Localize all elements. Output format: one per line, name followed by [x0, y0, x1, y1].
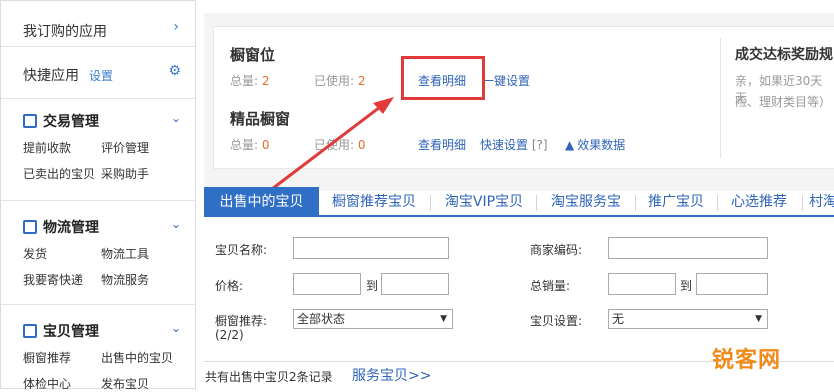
item-name-label: 宝贝名称: — [215, 243, 268, 257]
price-min-input[interactable] — [293, 273, 361, 295]
record-count: 共有出售中宝贝2条记录 — [205, 370, 333, 384]
price-max-input[interactable] — [381, 273, 449, 295]
tab-separator — [717, 195, 718, 211]
tab-village[interactable]: 村淘 — [809, 187, 834, 217]
service-items-link[interactable]: 服务宝贝>> — [352, 365, 431, 385]
merchant-code-label: 商家编码: — [530, 243, 583, 257]
dropdown-caret-icon: ▼ — [755, 314, 762, 324]
tab-on-sale[interactable]: 出售中的宝贝 — [204, 187, 319, 217]
total-sales-label: 总销量: — [530, 279, 571, 293]
sales-to-label: 到 — [680, 279, 693, 293]
sales-max-input[interactable] — [696, 273, 768, 295]
tab-separator — [430, 195, 431, 211]
price-label: 价格: — [215, 279, 244, 293]
sales-min-input[interactable] — [608, 273, 676, 295]
window-rec-label: 橱窗推荐: — [215, 314, 268, 328]
tab-vip[interactable]: 淘宝VIP宝贝 — [436, 187, 532, 217]
tab-promote[interactable]: 推广宝贝 — [638, 187, 714, 217]
watermark-logo: 锐客网 — [712, 348, 782, 373]
window-rec-select[interactable]: 全部状态 ▼ — [293, 309, 453, 329]
item-setting-label: 宝贝设置: — [530, 314, 583, 328]
item-setting-select[interactable]: 无 ▼ — [608, 309, 768, 329]
dropdown-caret-icon: ▼ — [440, 314, 447, 324]
tab-service[interactable]: 淘宝服务宝 — [540, 187, 632, 217]
price-to-label: 到 — [366, 279, 379, 293]
tab-selected-rec[interactable]: 心选推荐 — [720, 187, 798, 217]
item-name-input[interactable] — [293, 237, 449, 259]
tab-window-rec[interactable]: 橱窗推荐宝贝 — [324, 187, 424, 217]
tab-separator — [802, 195, 803, 211]
tab-separator — [536, 195, 537, 211]
window-rec-count: (2/2) — [215, 328, 244, 342]
item-tabs: 出售中的宝贝 橱窗推荐宝贝 淘宝VIP宝贝 淘宝服务宝 推广宝贝 心选推荐 村淘 — [204, 187, 834, 217]
merchant-code-input[interactable] — [608, 237, 768, 259]
tab-separator — [635, 195, 636, 211]
